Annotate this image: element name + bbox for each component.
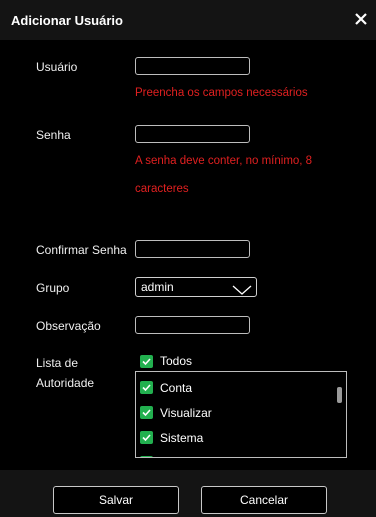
authority-checkbox-partial[interactable] <box>140 456 153 457</box>
check-icon <box>142 434 151 442</box>
authority-item-label: Conta <box>160 381 193 395</box>
authority-list[interactable]: Conta Visualizar Sistema <box>135 371 347 458</box>
dialog-header: Adicionar Usuário <box>0 0 376 40</box>
note-field[interactable] <box>135 316 250 334</box>
username-label: Usuário <box>36 60 78 74</box>
save-button[interactable]: Salvar <box>53 486 179 514</box>
authority-label-line2: Autoridade <box>36 376 95 390</box>
check-icon <box>142 384 151 392</box>
check-icon <box>142 358 151 366</box>
check-icon <box>142 409 151 417</box>
authority-item-label: Sistema <box>160 431 204 445</box>
confirm-password-label: Confirmar Senha <box>36 243 127 257</box>
note-label: Observação <box>36 319 101 333</box>
password-field[interactable] <box>135 125 250 143</box>
group-select[interactable]: admin <box>135 277 257 297</box>
dialog-title: Adicionar Usuário <box>11 13 123 28</box>
group-label: Grupo <box>36 281 70 295</box>
password-error-line2: caracteres <box>135 183 189 195</box>
authority-checkbox-sistema[interactable] <box>140 431 153 444</box>
close-icon[interactable] <box>354 12 368 26</box>
authority-label-line1: Lista de <box>36 356 79 370</box>
confirm-password-field[interactable] <box>135 240 250 258</box>
select-all-label: Todos <box>160 354 193 368</box>
username-error: Preencha os campos necessários <box>135 87 308 99</box>
add-user-dialog: Adicionar Usuário Usuário Preencha os ca… <box>0 0 376 517</box>
scrollbar-thumb[interactable] <box>337 387 342 403</box>
group-select-value: admin <box>141 280 174 294</box>
chevron-down-icon <box>232 282 252 295</box>
password-label: Senha <box>36 128 71 142</box>
cancel-button[interactable]: Cancelar <box>201 486 327 514</box>
authority-checkbox-conta[interactable] <box>140 381 153 394</box>
select-all-checkbox[interactable] <box>140 355 153 368</box>
authority-item-label: Visualizar <box>160 406 212 420</box>
username-field[interactable] <box>135 57 250 75</box>
password-error-line1: A senha deve conter, no mínimo, 8 <box>135 155 313 167</box>
authority-checkbox-visualizar[interactable] <box>140 406 153 419</box>
